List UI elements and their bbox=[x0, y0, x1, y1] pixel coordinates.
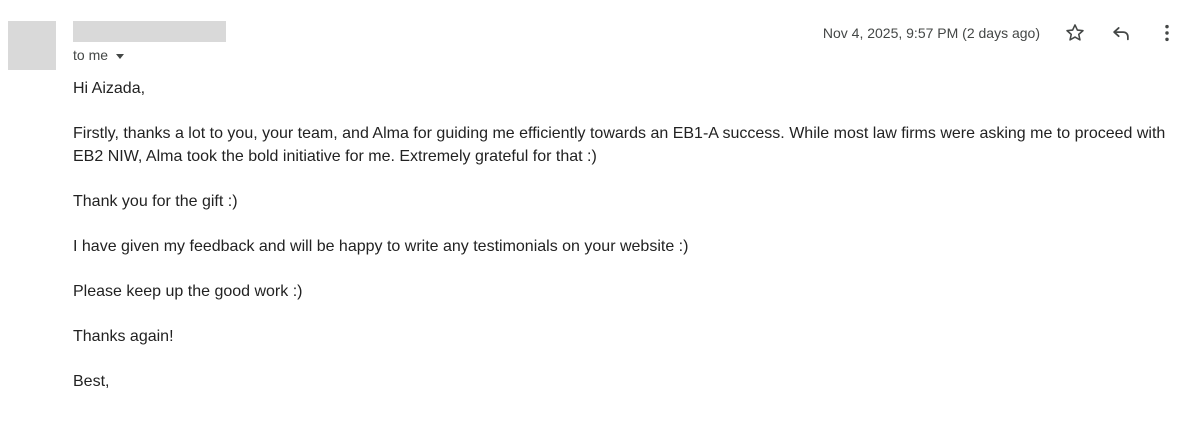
message-body: Hi Aizada, Firstly, thanks a lot to you,… bbox=[73, 77, 1188, 415]
chevron-down-icon[interactable] bbox=[116, 53, 125, 59]
more-options-button[interactable] bbox=[1152, 18, 1182, 48]
body-paragraph: Please keep up the good work :) bbox=[73, 283, 303, 300]
body-paragraph: Thanks again! bbox=[73, 328, 174, 345]
recipient-details-toggle[interactable]: to me bbox=[73, 47, 125, 63]
recipient-label: to me bbox=[73, 47, 109, 63]
reply-button[interactable] bbox=[1106, 18, 1136, 48]
body-paragraph: Thank you for the gift :) bbox=[73, 193, 238, 210]
sender-avatar[interactable] bbox=[8, 21, 56, 70]
star-icon bbox=[1066, 24, 1084, 41]
body-paragraph: Firstly, thanks a lot to you, your team,… bbox=[73, 125, 1166, 165]
star-button[interactable] bbox=[1060, 18, 1090, 48]
reply-icon bbox=[1113, 27, 1129, 41]
message-header-actions: Nov 4, 2025, 9:57 PM (2 days ago) bbox=[823, 18, 1182, 48]
sender-name-redacted bbox=[73, 21, 226, 42]
email-message: to me Nov 4, 2025, 9:57 PM (2 days ago) … bbox=[0, 0, 1200, 426]
body-paragraph: I have given my feedback and will be hap… bbox=[73, 238, 689, 255]
more-vert-icon bbox=[1165, 24, 1169, 42]
sign-off: Best, bbox=[73, 373, 110, 390]
message-date: Nov 4, 2025, 9:57 PM (2 days ago) bbox=[822, 25, 1040, 41]
greeting: Hi Aizada, bbox=[73, 80, 146, 97]
